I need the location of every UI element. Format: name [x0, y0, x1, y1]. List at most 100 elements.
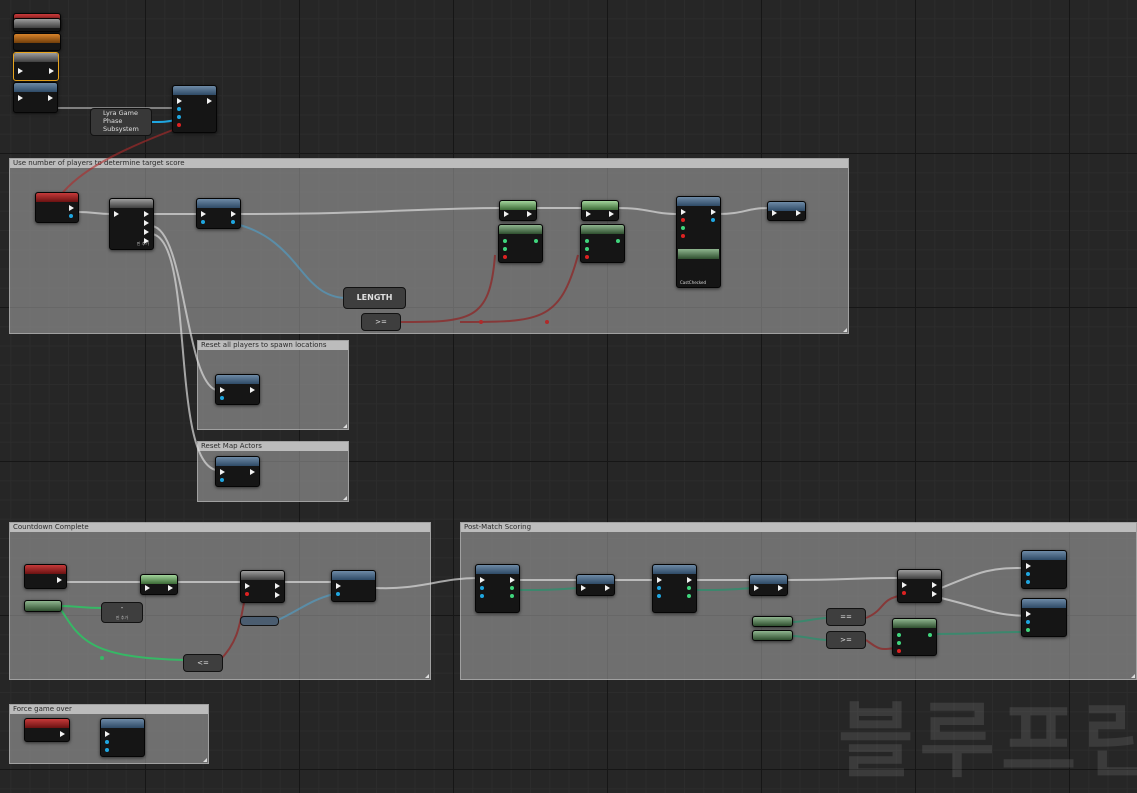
bool-pin[interactable]	[902, 591, 906, 595]
exec-pin[interactable]	[527, 211, 532, 217]
select-int-node[interactable]	[498, 224, 543, 263]
exec-pin[interactable]	[778, 585, 783, 591]
function-node[interactable]	[13, 18, 61, 32]
exec-pin[interactable]	[177, 98, 182, 104]
int-pin[interactable]	[585, 239, 589, 243]
exec-pin[interactable]	[1026, 563, 1031, 569]
exec-pin[interactable]	[586, 211, 591, 217]
exec-pin[interactable]	[145, 585, 150, 591]
exec-pin[interactable]	[504, 211, 509, 217]
get-int-node[interactable]	[752, 616, 793, 627]
set-notify-node[interactable]	[140, 574, 178, 595]
force-game-over-event[interactable]	[24, 718, 70, 742]
exec-pin[interactable]	[250, 387, 255, 393]
object-pin[interactable]	[657, 586, 661, 590]
exec-pin[interactable]	[201, 211, 206, 217]
object-pin[interactable]	[177, 115, 181, 119]
exec-pin[interactable]	[902, 582, 907, 588]
exec-pin[interactable]	[220, 469, 225, 475]
exec-pin[interactable]	[772, 210, 777, 216]
int-pin[interactable]	[585, 247, 589, 251]
exec-pin[interactable]	[57, 577, 62, 583]
exec-pin[interactable]	[48, 95, 53, 101]
object-pin[interactable]	[480, 594, 484, 598]
exec-pin[interactable]	[657, 577, 662, 583]
exec-pin[interactable]	[681, 209, 686, 215]
exec-pin[interactable]	[711, 209, 716, 215]
subtract-node[interactable]: - 핀 추가	[101, 602, 143, 623]
countdown-event-node[interactable]	[24, 564, 67, 589]
object-pin[interactable]	[105, 740, 109, 744]
set-var-node[interactable]	[767, 201, 806, 221]
compare-eq-node[interactable]: ==	[826, 608, 866, 626]
bool-pin[interactable]	[245, 592, 249, 596]
exec-pin[interactable]	[245, 583, 250, 589]
get-team-score-node[interactable]	[652, 564, 697, 613]
exec-pin[interactable]	[168, 585, 173, 591]
add-pin-label[interactable]: 핀 추가	[137, 241, 149, 247]
int-pin[interactable]	[687, 594, 691, 598]
object-pin[interactable]	[657, 594, 661, 598]
int-pin[interactable]	[1026, 628, 1030, 632]
set-var-node[interactable]	[749, 574, 788, 596]
branch-node[interactable]	[240, 570, 285, 603]
bool-pin[interactable]	[503, 255, 507, 259]
branch-node[interactable]	[897, 569, 942, 603]
exec-pin[interactable]	[105, 731, 110, 737]
int-pin[interactable]	[616, 239, 620, 243]
exec-pin[interactable]	[480, 577, 485, 583]
bool-pin[interactable]	[681, 234, 685, 238]
length-node[interactable]: LENGTH	[343, 287, 406, 309]
int-pin[interactable]	[897, 633, 901, 637]
exec-pin[interactable]	[144, 220, 149, 226]
exec-pin[interactable]	[932, 582, 937, 588]
set-notify-node[interactable]	[499, 200, 537, 221]
macro-node[interactable]	[13, 33, 61, 51]
exec-pin[interactable]	[1026, 611, 1031, 617]
exec-pin[interactable]	[207, 98, 212, 104]
bool-pin[interactable]	[177, 123, 181, 127]
exec-pin[interactable]	[754, 585, 759, 591]
object-pin[interactable]	[480, 586, 484, 590]
reset-players-node[interactable]	[215, 374, 260, 405]
exec-pin[interactable]	[605, 585, 610, 591]
condition-dropdown[interactable]: CastChecked	[680, 280, 706, 285]
exec-pin[interactable]	[510, 577, 515, 583]
set-var-node[interactable]	[576, 574, 615, 596]
exec-pin[interactable]	[275, 592, 280, 598]
select-int-node[interactable]	[580, 224, 625, 263]
get-subsystem-node[interactable]	[172, 85, 217, 133]
exec-pin[interactable]	[114, 211, 119, 217]
int-pin[interactable]	[928, 633, 932, 637]
reset-map-actors-node[interactable]	[215, 456, 260, 487]
exec-pin[interactable]	[49, 68, 54, 74]
game-over-node[interactable]	[1021, 550, 1067, 589]
exec-pin[interactable]	[275, 583, 280, 589]
int-pin[interactable]	[503, 247, 507, 251]
scoring-event-node[interactable]	[475, 564, 520, 613]
bool-pin[interactable]	[585, 255, 589, 259]
cast-node[interactable]: CastChecked	[676, 196, 721, 288]
selected-node[interactable]	[13, 52, 59, 81]
exec-pin[interactable]	[796, 210, 801, 216]
sequence-node[interactable]: 핀 추가	[109, 198, 154, 250]
int-pin[interactable]	[510, 594, 514, 598]
object-pin[interactable]	[69, 214, 73, 218]
set-notify-node[interactable]	[581, 200, 619, 221]
add-pin-label[interactable]: 핀 추가	[102, 613, 142, 623]
object-pin[interactable]	[711, 218, 715, 222]
object-pin[interactable]	[1026, 620, 1030, 624]
compare-ge-node[interactable]: >=	[361, 313, 401, 331]
int-pin[interactable]	[510, 586, 514, 590]
object-pin[interactable]	[220, 396, 224, 400]
exec-pin[interactable]	[18, 95, 23, 101]
int-pin[interactable]	[681, 226, 685, 230]
object-pin[interactable]	[177, 107, 181, 111]
object-pin[interactable]	[220, 478, 224, 482]
get-players-node[interactable]	[196, 198, 241, 229]
exec-pin[interactable]	[609, 211, 614, 217]
array-pin[interactable]	[231, 220, 235, 224]
compare-le-node[interactable]: <=	[183, 654, 223, 672]
get-int-node[interactable]	[752, 630, 793, 641]
event-node[interactable]	[35, 192, 79, 223]
